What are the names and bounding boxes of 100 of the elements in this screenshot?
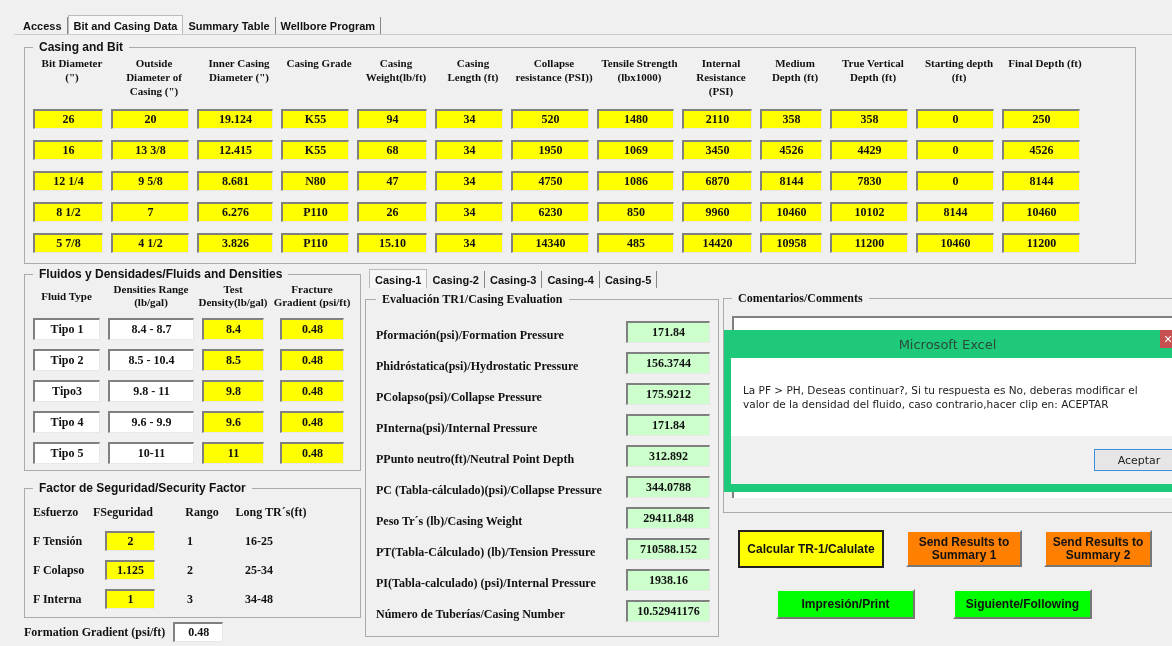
tab[interactable]: Casing-4	[542, 271, 600, 288]
value-field[interactable]: 11200	[830, 233, 908, 253]
value-field[interactable]: 1.125	[105, 560, 155, 580]
value-field[interactable]: 1069	[597, 140, 674, 160]
value-field[interactable]: 7830	[830, 171, 908, 191]
value-field[interactable]: 10460	[916, 233, 994, 253]
value-field[interactable]: Tipo 5	[33, 442, 100, 464]
accept-button[interactable]: Aceptar	[1094, 449, 1172, 471]
value-field[interactable]: 9 5/8	[111, 171, 189, 191]
value-field[interactable]: 520	[511, 109, 589, 129]
value-field[interactable]: 0.48	[280, 349, 344, 371]
value-field[interactable]: 10460	[760, 202, 822, 222]
value-field[interactable]: 8.5 - 10.4	[108, 349, 194, 371]
value-field[interactable]: 8.4	[202, 318, 264, 340]
value-field[interactable]: 1086	[597, 171, 674, 191]
value-field[interactable]: N80	[281, 171, 349, 191]
tab[interactable]: Casing-3	[484, 271, 543, 288]
value-field[interactable]: 358	[830, 109, 908, 129]
action-button[interactable]: Impresión/Print	[776, 589, 915, 619]
value-field[interactable]: 358	[760, 109, 822, 129]
value-field[interactable]: 1950	[511, 140, 589, 160]
value-field[interactable]: Tipo 2	[33, 349, 100, 371]
value-field[interactable]: 68	[357, 140, 427, 160]
value-field[interactable]: P110	[281, 202, 349, 222]
value-field[interactable]: 312.892	[626, 445, 710, 467]
value-field[interactable]: 485	[597, 233, 674, 253]
tab[interactable]: Access	[18, 17, 68, 34]
action-button[interactable]: Calcular TR-1/Calulate	[738, 530, 884, 568]
value-field[interactable]: 344.0788	[626, 476, 710, 498]
value-field[interactable]: 250	[1002, 109, 1080, 129]
value-field[interactable]: 0.48	[173, 622, 224, 642]
value-field[interactable]: 8144	[916, 202, 994, 222]
value-field[interactable]: 29411.848	[626, 507, 710, 529]
value-field[interactable]: 0	[916, 140, 994, 160]
value-field[interactable]: 12 1/4	[33, 171, 103, 191]
value-field[interactable]: 6.276	[197, 202, 273, 222]
value-field[interactable]: 12.415	[197, 140, 273, 160]
value-field[interactable]: 0.48	[280, 380, 344, 402]
value-field[interactable]: 15.10	[357, 233, 427, 253]
action-button[interactable]: Send Results to Summary 1	[906, 530, 1022, 567]
tab[interactable]: Bit and Casing Data	[67, 15, 184, 34]
value-field[interactable]: 1938.16	[626, 569, 710, 591]
value-field[interactable]: 14340	[511, 233, 589, 253]
value-field[interactable]: 4429	[830, 140, 908, 160]
value-field[interactable]: P110	[281, 233, 349, 253]
value-field[interactable]: 9.8 - 11	[108, 380, 194, 402]
value-field[interactable]: 0.48	[280, 442, 344, 464]
value-field[interactable]: 34	[435, 171, 503, 191]
value-field[interactable]: Tipo3	[33, 380, 100, 402]
value-field[interactable]: 16	[33, 140, 103, 160]
value-field[interactable]: 20	[111, 109, 189, 129]
value-field[interactable]: 26	[357, 202, 427, 222]
value-field[interactable]: 34	[435, 140, 503, 160]
value-field[interactable]: 6870	[682, 171, 752, 191]
value-field[interactable]: 26	[33, 109, 103, 129]
value-field[interactable]: 3450	[682, 140, 752, 160]
value-field[interactable]: 5 7/8	[33, 233, 103, 253]
tab[interactable]: Casing-2	[427, 271, 485, 288]
value-field[interactable]: 4 1/2	[111, 233, 189, 253]
value-field[interactable]: 11	[202, 442, 264, 464]
value-field[interactable]: 47	[357, 171, 427, 191]
value-field[interactable]: 34	[435, 202, 503, 222]
value-field[interactable]: 9.6	[202, 411, 264, 433]
value-field[interactable]: 9.6 - 9.9	[108, 411, 194, 433]
value-field[interactable]: 10-11	[108, 442, 194, 464]
value-field[interactable]: 19.124	[197, 109, 273, 129]
value-field[interactable]: 171.84	[626, 414, 710, 436]
tab[interactable]: Casing-1	[369, 269, 428, 288]
value-field[interactable]: 8144	[760, 171, 822, 191]
value-field[interactable]: K55	[281, 140, 349, 160]
tab[interactable]: Wellbore Program	[275, 17, 382, 34]
value-field[interactable]: 3.826	[197, 233, 273, 253]
value-field[interactable]: 1	[105, 589, 155, 609]
value-field[interactable]: 4526	[760, 140, 822, 160]
close-button[interactable]: ×	[1160, 330, 1172, 348]
value-field[interactable]: 10460	[1002, 202, 1080, 222]
value-field[interactable]: 156.3744	[626, 352, 710, 374]
value-field[interactable]: 2110	[682, 109, 752, 129]
value-field[interactable]: 710588.152	[626, 538, 710, 560]
value-field[interactable]: 34	[435, 109, 503, 129]
value-field[interactable]: 11200	[1002, 233, 1080, 253]
value-field[interactable]: 10.52941176	[626, 600, 710, 622]
value-field[interactable]: 171.84	[626, 321, 710, 343]
action-button[interactable]: Siguiente/Following	[953, 589, 1092, 619]
value-field[interactable]: 1480	[597, 109, 674, 129]
value-field[interactable]: 14420	[682, 233, 752, 253]
value-field[interactable]: Tipo 4	[33, 411, 100, 433]
value-field[interactable]: 9960	[682, 202, 752, 222]
value-field[interactable]: 6230	[511, 202, 589, 222]
value-field[interactable]: 2	[105, 531, 155, 551]
value-field[interactable]: 8.4 - 8.7	[108, 318, 194, 340]
value-field[interactable]: 10958	[760, 233, 822, 253]
value-field[interactable]: 9.8	[202, 380, 264, 402]
value-field[interactable]: 13 3/8	[111, 140, 189, 160]
value-field[interactable]: 8.5	[202, 349, 264, 371]
value-field[interactable]: 4750	[511, 171, 589, 191]
action-button[interactable]: Send Results to Summary 2	[1044, 530, 1152, 567]
value-field[interactable]: 34	[435, 233, 503, 253]
value-field[interactable]: 10102	[830, 202, 908, 222]
value-field[interactable]: 0.48	[280, 411, 344, 433]
